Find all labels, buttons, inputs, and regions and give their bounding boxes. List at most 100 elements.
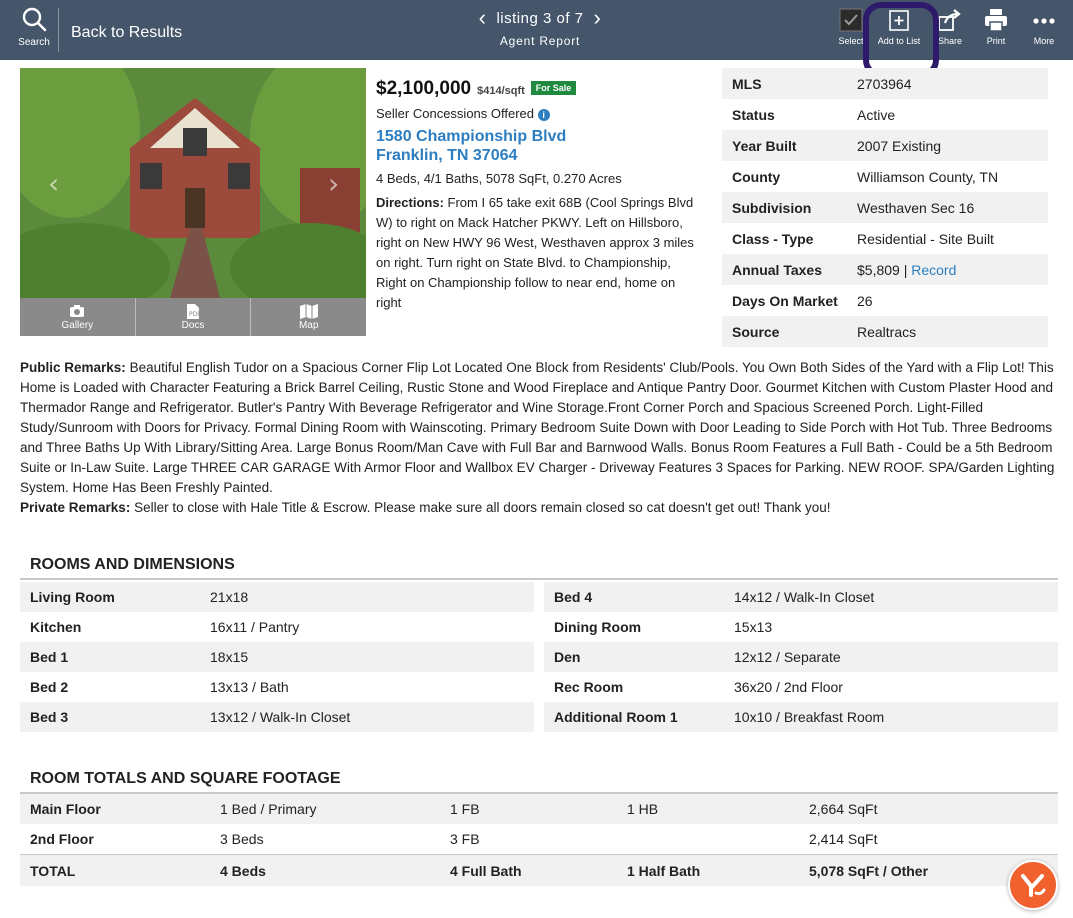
search-icon [22,7,47,32]
price-per-sqft: $414/sqft [477,85,525,97]
listing-address-link[interactable]: 1580 Championship Blvd Franklin, TN 3706… [376,127,696,165]
listing-price: $2,100,000 [376,78,472,99]
room-dims: 13x13 / Bath [210,679,289,695]
room-dims: 14x12 / Walk-In Closet [734,589,875,605]
fact-row: Source Realtracs [722,316,1048,347]
directions-text: From I 65 take exit 68B (Cool Springs Bl… [376,195,694,310]
docs-tab[interactable]: PDF Docs [136,298,252,336]
more-label: More [1033,36,1055,46]
floor-half-baths: 1 HB [627,801,659,817]
room-name: Den [554,649,581,665]
totals-summary-row: TOTAL 4 Beds 4 Full Bath 1 Half Bath 5,0… [20,854,1058,886]
highlight-ring [863,2,939,78]
totals-row: 2nd Floor 3 Beds 3 FB 2,414 SqFt [20,824,1058,854]
status-badge: For Sale [530,81,577,95]
chat-logo-icon [1021,874,1046,897]
totals-row: Main Floor 1 Bed / Primary 1 FB 1 HB 2,6… [20,794,1058,824]
listing-photo[interactable]: ‹ › [20,68,366,298]
directions-label: Directions: [376,195,444,210]
total-beds: 4 Beds [220,862,266,879]
room-row: Den 12x12 / Separate [544,642,1058,672]
room-row: Additional Room 1 10x10 / Breakfast Room [544,702,1058,732]
print-label: Print [986,36,1006,46]
rooms-left-column: Living Room 21x18 Kitchen 16x11 / Pantry B… [20,582,534,732]
photo-tabs: Gallery PDF Docs Map [20,298,366,336]
back-to-results-link[interactable]: Back to Results [71,24,182,42]
fact-row: County Williamson County, TN [722,161,1048,192]
public-remarks: Public Remarks: Beautiful English Tudor … [20,358,1060,498]
house-photo-image: ‹ › [20,68,366,298]
room-name: Bed 1 [30,649,69,665]
info-icon[interactable]: i [537,109,550,121]
public-remarks-label: Public Remarks: [20,360,126,375]
search-label: Search [18,37,50,48]
fact-value: 26 [857,292,873,309]
docs-label: Docs [181,320,205,331]
room-dims: 12x12 / Separate [734,649,841,665]
fact-value: $5,809 | [857,261,908,278]
floor-full-baths: 3 FB [450,831,480,847]
fact-key: Days On Market [732,292,838,309]
toolbar-divider [58,8,59,52]
gallery-label: Gallery [61,320,94,331]
print-icon [985,9,1007,32]
more-dots-icon [1033,18,1055,24]
photo-next-chevron-icon[interactable]: › [328,167,339,200]
fact-row: Days On Market 26 [722,285,1048,316]
fact-value: Williamson County, TN [857,168,999,185]
listing-summary: $2,100,000 $414/sqft For Sale Seller Con… [376,78,696,313]
room-row: Bed 4 14x12 / Walk-In Closet [544,582,1058,612]
print-button[interactable]: Print [980,8,1012,46]
photo-prev-chevron-icon[interactable]: ‹ [48,167,59,200]
camera-icon [20,304,135,320]
map-tab[interactable]: Map [251,298,366,336]
fact-row: Subdivision Westhaven Sec 16 [722,192,1048,223]
room-name: Living Room [30,589,115,605]
fact-value: Active [857,106,896,123]
listing-position: listing 3 of 7 [496,9,584,27]
map-icon [251,304,366,320]
room-dims: 15x13 [734,619,773,635]
tax-record-link[interactable]: Record [911,262,956,278]
fact-row: Status Active [722,99,1048,130]
more-button[interactable]: More [1028,8,1060,46]
room-row: Bed 1 18x15 [20,642,534,672]
fact-key: Status [732,106,775,123]
room-name: Bed 2 [30,679,69,695]
floor-name: Main Floor [30,801,101,817]
previous-listing-chevron-icon[interactable]: ‹ [479,7,487,29]
floor-full-baths: 1 FB [450,801,480,817]
total-full-baths: 4 Full Bath [450,862,522,879]
room-name: Bed 4 [554,589,593,605]
gallery-tab[interactable]: Gallery [20,298,136,336]
room-row: Kitchen 16x11 / Pantry [20,612,534,642]
room-name: Rec Room [554,679,624,695]
room-row: Living Room 21x18 [20,582,534,612]
private-remarks-text: Seller to close with Hale Title & Escrow… [134,500,831,515]
room-name: Bed 3 [30,709,69,725]
checkbox-icon [839,8,863,32]
total-label: TOTAL [30,862,76,879]
fact-value: 2007 Existing [857,137,942,154]
fact-key: County [732,168,781,185]
room-name: Dining Room [554,619,642,635]
rooms-right-column: Bed 4 14x12 / Walk-In Closet Dining Room 1… [544,582,1058,732]
help-chat-button[interactable] [1008,860,1058,910]
fact-value: Westhaven Sec 16 [857,199,975,216]
share-icon [938,9,961,31]
room-dims: 13x12 / Walk-In Closet [210,709,351,725]
fact-value: Realtracs [857,323,917,340]
room-dims: 16x11 / Pantry [210,619,300,635]
floor-sqft: 2,664 SqFt [809,801,878,817]
total-half-baths: 1 Half Bath [627,862,701,879]
svg-text:PDF: PDF [189,311,199,318]
address-line-2: Franklin, TN 37064 [376,147,518,164]
directions: Directions: From I 65 take exit 68B (Coo… [376,193,696,313]
next-listing-chevron-icon[interactable]: › [594,7,602,29]
pdf-icon: PDF [136,304,251,320]
listing-navigator: ‹ listing 3 of 7 › Agent Report [460,7,620,49]
seller-concessions: Seller Concessions Offered i [376,106,696,121]
listing-facts-table: MLS 2703964 Status Active Year Built 2007 E… [722,68,1048,347]
private-remarks: Private Remarks: Seller to close with Ha… [20,498,1060,518]
search-button[interactable]: Search [12,6,56,48]
